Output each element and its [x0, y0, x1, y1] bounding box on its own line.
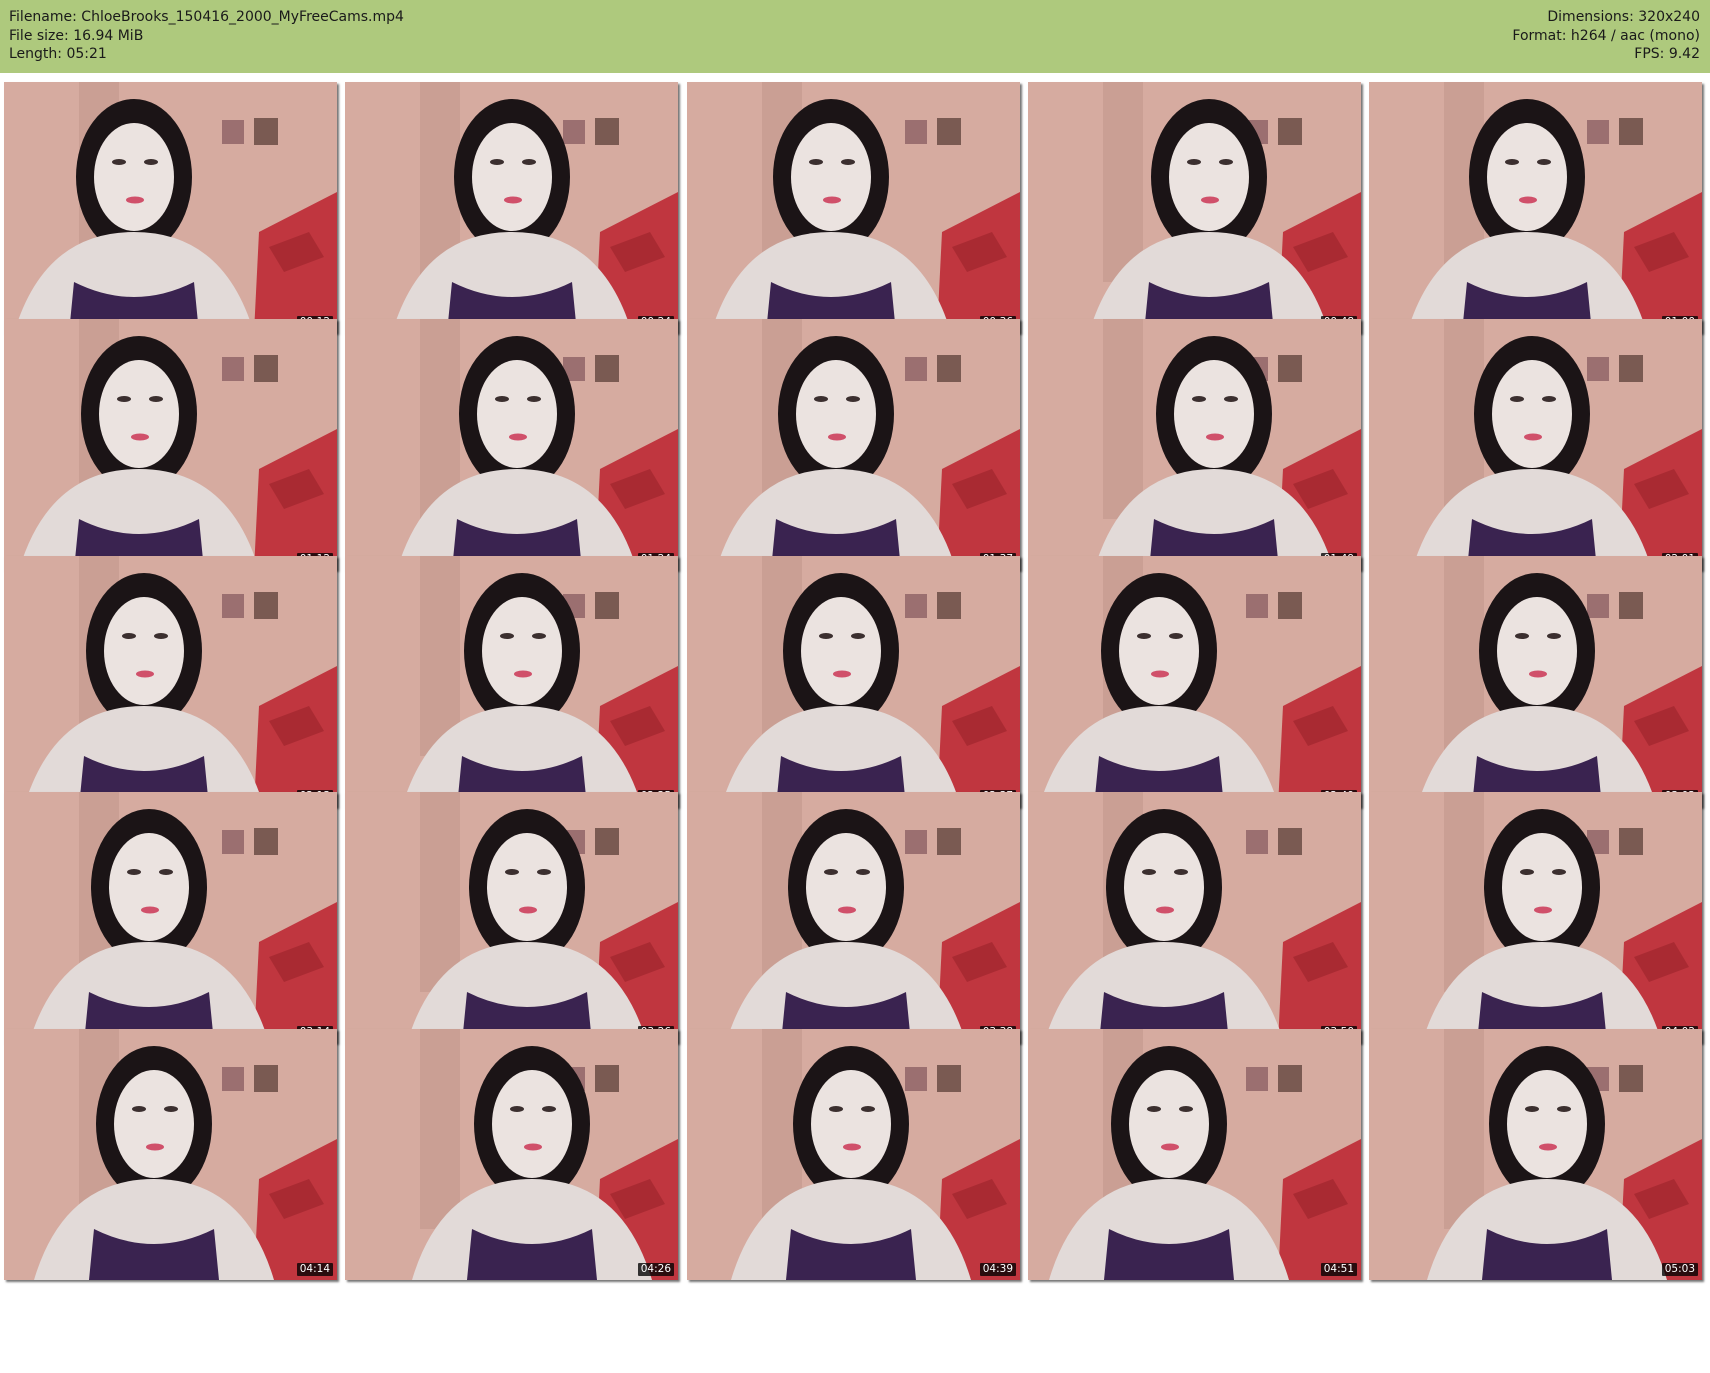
- video-thumbnail[interactable]: 04:02: [1369, 792, 1702, 1043]
- video-frame-image: [687, 319, 1020, 570]
- video-thumbnail[interactable]: 04:39: [687, 1029, 1020, 1280]
- length-text: Length: 05:21: [9, 46, 107, 62]
- video-thumbnail[interactable]: 03:26: [345, 792, 678, 1043]
- video-thumbnail[interactable]: 03:02: [1369, 556, 1702, 807]
- format-text: Format: h264 / aac (mono): [1512, 27, 1700, 44]
- video-thumbnail[interactable]: 02:49: [1028, 556, 1361, 807]
- video-thumbnail[interactable]: 03:38: [687, 792, 1020, 1043]
- dimensions-text: Dimensions: 320x240: [1547, 9, 1700, 25]
- video-frame-image: [687, 556, 1020, 807]
- timestamp-label: 04:14: [296, 1263, 333, 1276]
- timestamp-label: 04:39: [979, 1263, 1016, 1276]
- video-thumbnail[interactable]: 01:37: [687, 319, 1020, 570]
- video-frame-image: [1028, 792, 1361, 1043]
- thumbnail-grid: 00:1200:2400:3600:4801:00 01:1201:2401:37…: [4, 82, 1708, 1370]
- video-frame-image: [4, 82, 337, 333]
- timestamp-label: 05:03: [1661, 1263, 1698, 1276]
- video-frame-image: [1369, 1029, 1702, 1280]
- video-frame-image: [1369, 792, 1702, 1043]
- video-frame-image: [1369, 319, 1702, 570]
- video-frame-image: [4, 1029, 337, 1280]
- video-frame-image: [345, 556, 678, 807]
- video-thumbnail[interactable]: 01:12: [4, 319, 337, 570]
- video-thumbnail[interactable]: 04:26: [345, 1029, 678, 1280]
- video-thumbnail[interactable]: 03:14: [4, 792, 337, 1043]
- video-thumbnail[interactable]: 02:37: [687, 556, 1020, 807]
- video-thumbnail[interactable]: 02:01: [1369, 319, 1702, 570]
- video-frame-image: [687, 82, 1020, 333]
- video-frame-image: [1028, 1029, 1361, 1280]
- file-info-right: Dimensions: 320x240 Format: h264 / aac (…: [1512, 8, 1700, 64]
- fps-text: FPS: 9.42: [1634, 46, 1700, 62]
- video-thumbnail[interactable]: 00:48: [1028, 82, 1361, 333]
- video-frame-image: [1369, 556, 1702, 807]
- video-frame-image: [4, 556, 337, 807]
- file-info-left: Filename: ChloeBrooks_150416_2000_MyFree…: [9, 8, 404, 64]
- video-frame-image: [345, 319, 678, 570]
- video-frame-image: [1028, 82, 1361, 333]
- video-frame-image: [345, 792, 678, 1043]
- video-frame-image: [345, 1029, 678, 1280]
- video-thumbnail[interactable]: 02:13: [4, 556, 337, 807]
- video-frame-image: [1028, 556, 1361, 807]
- filesize-text: File size: 16.94 MiB: [9, 27, 144, 44]
- video-frame-image: [1369, 82, 1702, 333]
- video-thumbnail[interactable]: 01:24: [345, 319, 678, 570]
- video-thumbnail[interactable]: 00:24: [345, 82, 678, 333]
- video-frame-image: [1028, 319, 1361, 570]
- video-frame-image: [4, 792, 337, 1043]
- video-thumbnail[interactable]: 00:36: [687, 82, 1020, 333]
- video-thumbnail[interactable]: 01:00: [1369, 82, 1702, 333]
- filename-text: Filename: ChloeBrooks_150416_2000_MyFree…: [9, 9, 404, 25]
- timestamp-label: 04:51: [1320, 1263, 1357, 1276]
- video-frame-image: [4, 319, 337, 570]
- video-thumbnail[interactable]: 02:25: [345, 556, 678, 807]
- video-thumbnail[interactable]: 01:49: [1028, 319, 1361, 570]
- video-thumbnail[interactable]: 05:03: [1369, 1029, 1702, 1280]
- video-thumbnail[interactable]: 03:50: [1028, 792, 1361, 1043]
- file-info-header: Filename: ChloeBrooks_150416_2000_MyFree…: [0, 0, 1710, 73]
- timestamp-label: 04:26: [637, 1263, 674, 1276]
- video-frame-image: [345, 82, 678, 333]
- video-thumbnail[interactable]: 00:12: [4, 82, 337, 333]
- video-frame-image: [687, 792, 1020, 1043]
- video-thumbnail[interactable]: 04:51: [1028, 1029, 1361, 1280]
- video-frame-image: [687, 1029, 1020, 1280]
- video-thumbnail[interactable]: 04:14: [4, 1029, 337, 1280]
